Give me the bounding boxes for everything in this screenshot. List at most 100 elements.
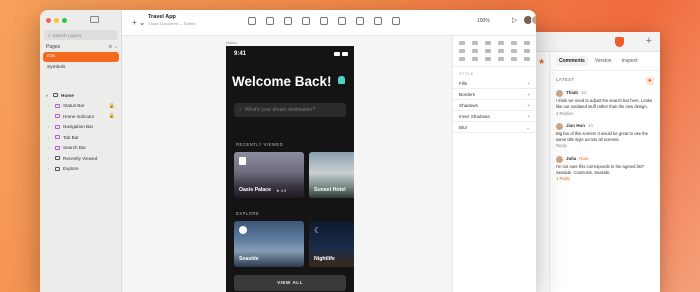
star-icon[interactable]: ★ [538,57,545,66]
distribute-tool-icon[interactable] [284,17,292,25]
new-tab-icon[interactable]: + [646,35,652,47]
comment-author: Jian Hun [566,123,586,129]
status-time: 9:41 [234,51,247,57]
close-button[interactable] [46,18,51,23]
layer-home-indicator[interactable]: › Home Indicator 🔒 [43,111,119,122]
layer-search-bar[interactable]: › Search Bar [43,143,119,154]
layer-label: Navigation Bar [63,124,94,130]
dimension-field[interactable] [498,49,504,53]
dimension-field[interactable] [485,57,491,61]
dimension-field[interactable] [498,57,504,61]
comment-meta[interactable]: 4 Replies [556,111,654,117]
comment-item[interactable]: Jian Hun 1h Big fan of this screen! It wo… [550,120,660,153]
add-icon[interactable]: + [527,114,530,119]
add-icon[interactable]: + [527,92,530,97]
tab-inspect[interactable]: Inspect [619,56,641,66]
tool-group [248,17,400,25]
view-all-button[interactable]: VIEW ALL [234,275,346,291]
align-icon[interactable] [498,41,504,45]
add-icon[interactable]: + [527,81,530,86]
chevron-right-icon[interactable]: › [48,156,52,161]
chevron-right-icon[interactable]: › [48,124,52,129]
resize-tool-icon[interactable] [302,17,310,25]
chevron-right-icon[interactable]: › [48,145,52,150]
align-icon[interactable] [524,41,530,45]
subtract-tool-icon[interactable] [374,17,382,25]
insert-button[interactable]: + ⌄ [132,18,146,27]
fills-row[interactable]: Fills + [453,78,536,89]
add-icon[interactable]: ⌄ [526,125,530,130]
chevron-right-icon[interactable]: › [48,114,52,119]
maximize-button[interactable] [62,18,67,23]
phone-artboard[interactable]: 9:41 Welcome Back! ⌕ What's your dream d… [226,46,354,292]
dimension-field[interactable] [524,49,530,53]
destination-card[interactable]: Oasis Palace ★ 4.9 [234,152,304,198]
comment-meta[interactable]: Reply [556,143,654,149]
layer-recently-viewed[interactable]: › Recently Viewed [43,153,119,164]
borders-row[interactable]: Borders + [453,89,536,100]
bell-icon[interactable] [338,76,345,84]
chevron-down-icon[interactable]: ▾ [46,93,50,98]
link-tool-icon[interactable] [338,17,346,25]
sidebar-toggle-icon[interactable] [90,16,99,23]
collaborator-avatars [523,15,536,25]
page-item-ios[interactable]: iOS [43,52,119,62]
explore-card[interactable]: Seaside [234,221,304,267]
artboard-label[interactable]: Home [226,40,237,45]
align-icon[interactable] [472,41,478,45]
design-app-window: ⌕ Search Layers Pages ⊕ ⌄ iOS Symbols ▾ … [40,10,536,292]
comment-item[interactable]: Thiab 2d I think we need to adjust the se… [550,87,660,120]
zoom-level[interactable]: 100% [477,18,490,24]
layer-tab-bar[interactable]: › Tab Bar [43,132,119,143]
layer-home[interactable]: ▾ Home [43,90,119,101]
shadows-row[interactable]: Shadows + [453,100,536,111]
preview-play-icon[interactable]: ▷ [512,16,517,24]
destination-search-bar[interactable]: ⌕ What's your dream destination? [234,103,346,117]
add-icon[interactable]: + [527,103,530,108]
dimension-field[interactable] [511,49,517,53]
chevron-right-icon[interactable]: › [48,166,52,171]
comment-item[interactable]: Julia Now I'm not sure this corresponds t… [550,153,660,186]
minimize-button[interactable] [54,18,59,23]
layer-navigation-bar[interactable]: › Navigation Bar [43,122,119,133]
union-tool-icon[interactable] [356,17,364,25]
bell-icon[interactable]: ● [646,77,654,85]
signal-icon [334,52,340,56]
blur-row[interactable]: Blur ⌄ [453,122,536,133]
align-icon[interactable] [511,41,517,45]
symbol-tool-icon[interactable] [248,17,256,25]
layer-status-bar[interactable]: › Status Bar 🔒 [43,101,119,112]
align-icon[interactable] [485,41,491,45]
chevron-right-icon[interactable]: › [48,135,52,140]
latest-label: LATEST [556,77,575,82]
welcome-title: Welcome Back! [232,74,332,89]
dimension-field[interactable] [459,57,465,61]
destination-card[interactable]: Sunset Hotel [309,152,354,198]
intersect-tool-icon[interactable] [392,17,400,25]
avatar[interactable] [531,15,536,25]
page-item-symbols[interactable]: Symbols [43,63,119,73]
lock-icon[interactable]: 🔒 [109,103,115,109]
bookmark-icon[interactable] [239,157,246,165]
add-page-icon[interactable]: ⊕ ⌄ [108,44,118,50]
explore-card[interactable]: ☾ Nightlife [309,221,354,267]
comment-meta[interactable]: 1 Reply [556,176,654,182]
chevron-right-icon[interactable]: › [48,103,52,108]
search-layers-input[interactable]: ⌕ Search Layers [44,30,118,40]
dimension-field[interactable] [485,49,491,53]
align-tool-icon[interactable] [266,17,274,25]
dimension-field[interactable] [459,49,465,53]
dimension-field[interactable] [524,57,530,61]
dimension-field[interactable] [472,57,478,61]
layer-label: Status Bar [63,103,85,109]
dimension-field[interactable] [511,57,517,61]
canvas[interactable]: Home 9:41 Welcome Back! ⌕ What's your dr… [122,36,452,292]
grid-tool-icon[interactable] [320,17,328,25]
lock-icon[interactable]: 🔒 [109,113,115,119]
layer-explore[interactable]: › Explore [43,164,119,175]
tab-comments[interactable]: Comments [556,56,588,66]
align-icon[interactable] [459,41,465,45]
tab-version[interactable]: Version [592,56,615,66]
inner-shadows-row[interactable]: Inner Shadows + [453,111,536,122]
dimension-field[interactable] [472,49,478,53]
